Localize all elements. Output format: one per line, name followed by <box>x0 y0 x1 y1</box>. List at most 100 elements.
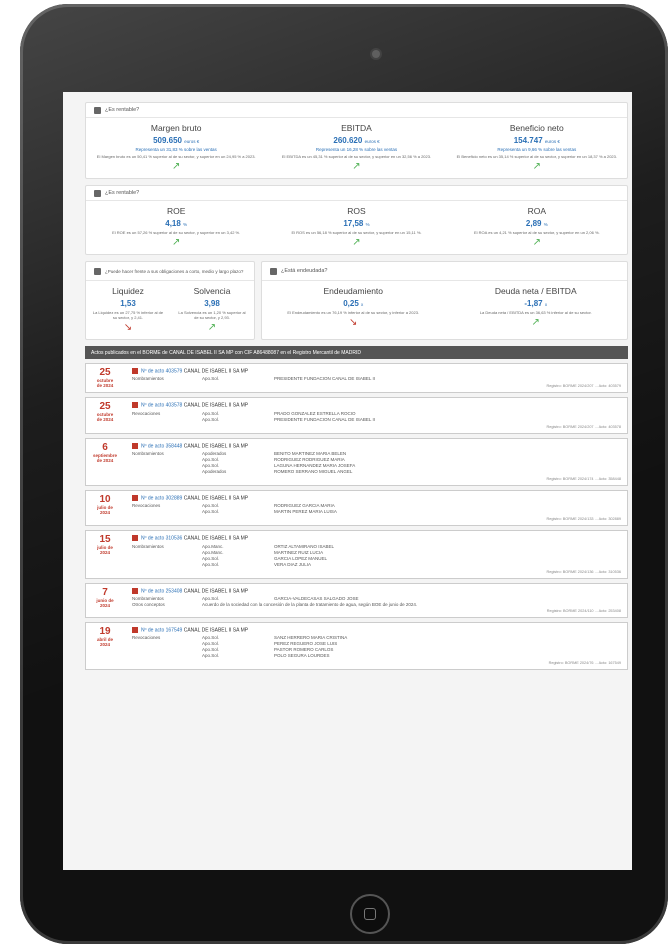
panel-header: ¿Es rentable? <box>86 186 627 201</box>
kpi-description: El ROA es un 4,21 % superior al de su se… <box>474 230 600 235</box>
act-year: 2024 <box>99 509 110 515</box>
returns-panel: ¿Es rentable? ROE 4,18 % El ROE es un 57,2… <box>85 185 628 255</box>
kpi-description: El ROS es un 56,18 % superior al de su s… <box>291 230 422 235</box>
person-name: VERA DIAZ JULIA <box>274 561 312 567</box>
act-day: 25 <box>99 401 111 413</box>
pdf-icon[interactable] <box>132 494 138 501</box>
act-type: Revocaciones <box>132 635 161 641</box>
act-person-row: Apo.Sol. VERA DIAZ JULIA <box>202 562 621 568</box>
kpi-description: El Endeudamiento es un 76,19 % inferior … <box>287 310 420 315</box>
act-ref-link[interactable]: Nº de acto 403578 <box>141 403 182 409</box>
act-card: 25 octubre de 2024 Nº de acto 403578 CANAL … <box>85 397 628 434</box>
kpi-value: 17,58 % <box>343 219 370 228</box>
acts-header-bar: Actos publicados en el BORME de CANAL DE… <box>85 346 628 359</box>
trend-up-icon: ↗ <box>532 237 542 248</box>
kpi-description: El EBITDA es un 45,31 % superior al de s… <box>281 154 432 159</box>
kpi-card: ROA 2,89 % El ROA es un 4,21 % superior al… <box>447 201 627 254</box>
act-day: 7 <box>102 586 108 598</box>
kpi-title: ROS <box>347 206 366 216</box>
act-type: Revocaciones <box>132 410 161 416</box>
kpi-title: ROA <box>527 206 547 216</box>
act-day: 15 <box>99 534 111 546</box>
person-role: Apo.Sol. <box>202 376 220 382</box>
act-date: 15 julio de 2024 <box>90 534 120 556</box>
panel-header: ¿Es rentable? <box>86 103 627 118</box>
kpi-unit: % <box>543 222 548 227</box>
act-person-row: Apo.Sol. POLO SEGURA LOURDES <box>202 653 621 659</box>
act-day: 6 <box>102 441 108 453</box>
act-date: 19 abril de 2024 <box>90 626 120 647</box>
pdf-icon[interactable] <box>132 402 138 409</box>
scale-icon <box>94 267 101 275</box>
act-header: Nº de acto 167549 CANAL DE ISABEL II SA … <box>132 626 621 633</box>
act-type: Nombramientos <box>132 376 164 382</box>
act-person-row: Apoderados ROMERO SERRANO MIGUEL ANGEL <box>202 469 621 475</box>
kpi-value: -1,87 x <box>524 299 548 308</box>
act-person-row: Apo.Sol. MARTIN PEREZ MARIA LUISA <box>202 509 621 515</box>
camera-icon <box>372 50 380 58</box>
act-card: 15 julio de 2024 Nº de acto 310536 CANAL DE… <box>85 530 628 579</box>
kpi-card: EBITDA 260.620 euros € Representa un 16,28… <box>266 118 446 178</box>
person-name: POLO SEGURA LOURDES <box>274 653 330 659</box>
act-ref-link[interactable]: Nº de acto 358448 <box>141 443 182 449</box>
chart-icon <box>94 189 101 197</box>
kpi-description: La Deuda neta / EBITDA es un 36,63 % inf… <box>479 310 592 315</box>
act-ref-link[interactable]: Nº de acto 167549 <box>141 627 182 633</box>
kpi-title: Liquidez <box>112 286 144 296</box>
trend-up-icon: ↗ <box>531 317 540 328</box>
act-footer: Registro: BORME 2024/110 ... Acto: 25340… <box>546 608 621 613</box>
act-ref-link[interactable]: Nº de acto 310536 <box>141 536 182 542</box>
company-name: CANAL DE ISABEL II SA MP <box>183 402 249 409</box>
act-date: 25 octubre de 2024 <box>90 368 120 389</box>
section-title: ¿Es rentable? <box>105 107 140 113</box>
debt-panel: ¿Está endeudada? Endeudamiento 0,25 x El E… <box>261 261 628 340</box>
act-person-row: Apo.Sol. PRESIDENTE FUNDACION CANAL DE IS… <box>202 417 621 423</box>
act-ref-link[interactable]: Nº de acto 403579 <box>141 368 182 374</box>
act-date: 10 julio de 2024 <box>90 493 120 515</box>
act-date: 6 septiembre de 2024 <box>90 441 120 463</box>
act-day: 10 <box>99 493 111 505</box>
pdf-icon[interactable] <box>132 535 138 542</box>
kpi-card: Endeudamiento 0,25 x El Endeudamiento es u… <box>262 281 445 334</box>
pdf-icon[interactable] <box>132 442 138 449</box>
act-date: 25 octubre de 2024 <box>90 401 120 423</box>
pdf-icon[interactable] <box>132 368 138 374</box>
home-button[interactable] <box>350 894 390 934</box>
act-ref-link[interactable]: Nº de acto 302889 <box>141 495 182 501</box>
act-year: de 2024 <box>96 417 114 423</box>
act-header: Nº de acto 302889 CANAL DE ISABEL II SA … <box>132 494 621 501</box>
act-year: de 2024 <box>96 383 114 388</box>
person-role: Apo.Sol. <box>202 653 220 659</box>
trend-up-icon: ↗ <box>352 237 361 248</box>
person-name: PRESIDENTE FUNDACION CANAL DE ISABEL II <box>274 376 375 382</box>
kpi-description: La Solvencia es un 1,20 % superior al de… <box>178 310 246 320</box>
acts-header-text: Actos publicados en el BORME de CANAL DE… <box>91 349 361 356</box>
act-type: Nombramientos <box>132 450 164 456</box>
panel-header: ¿Está endeudada? <box>262 262 627 281</box>
act-footer: Registro: BORME 2024/136 ... Acto: 31053… <box>546 569 621 574</box>
person-name: MARTIN PEREZ MARIA LUISA <box>274 509 337 515</box>
act-card: 7 junio de 2024 Nº de acto 253408 CANAL DE … <box>85 582 628 618</box>
kpi-title: ROE <box>166 206 186 216</box>
act-card: 19 abril de 2024 Nº de acto 167549 CANAL DE… <box>85 621 628 671</box>
kpi-title: Endeudamiento <box>323 286 384 296</box>
kpi-card: ROS 17,58 % El ROS es un 56,18 % superior … <box>266 201 446 254</box>
act-year: 2024 <box>99 641 110 647</box>
coins-icon <box>94 106 101 114</box>
kpi-value: 0,25 x <box>343 299 364 308</box>
act-ref-link[interactable]: Nº de acto 253408 <box>141 588 182 594</box>
act-date: 7 junio de 2024 <box>90 586 120 608</box>
kpi-card: Liquidez 1,53 La Liquidez es un 27,75 % in… <box>86 281 170 339</box>
company-name: CANAL DE ISABEL II SA MP <box>183 442 249 449</box>
trend-up-icon: ↗ <box>532 161 542 172</box>
pdf-icon[interactable] <box>132 587 138 594</box>
bank-icon <box>270 267 277 275</box>
pdf-icon[interactable] <box>132 626 138 633</box>
home-square-icon <box>364 908 376 920</box>
trend-up-icon: ↗ <box>171 237 181 248</box>
kpi-unit: x <box>544 302 548 307</box>
kpi-card: Deuda neta / EBITDA -1,87 x La Deuda neta … <box>445 281 628 334</box>
trend-up-icon: ↗ <box>207 322 217 333</box>
act-note-label: Otros conceptos <box>132 601 165 607</box>
act-card: 6 septiembre de 2024 Nº de acto 358448 CANA… <box>85 437 628 486</box>
